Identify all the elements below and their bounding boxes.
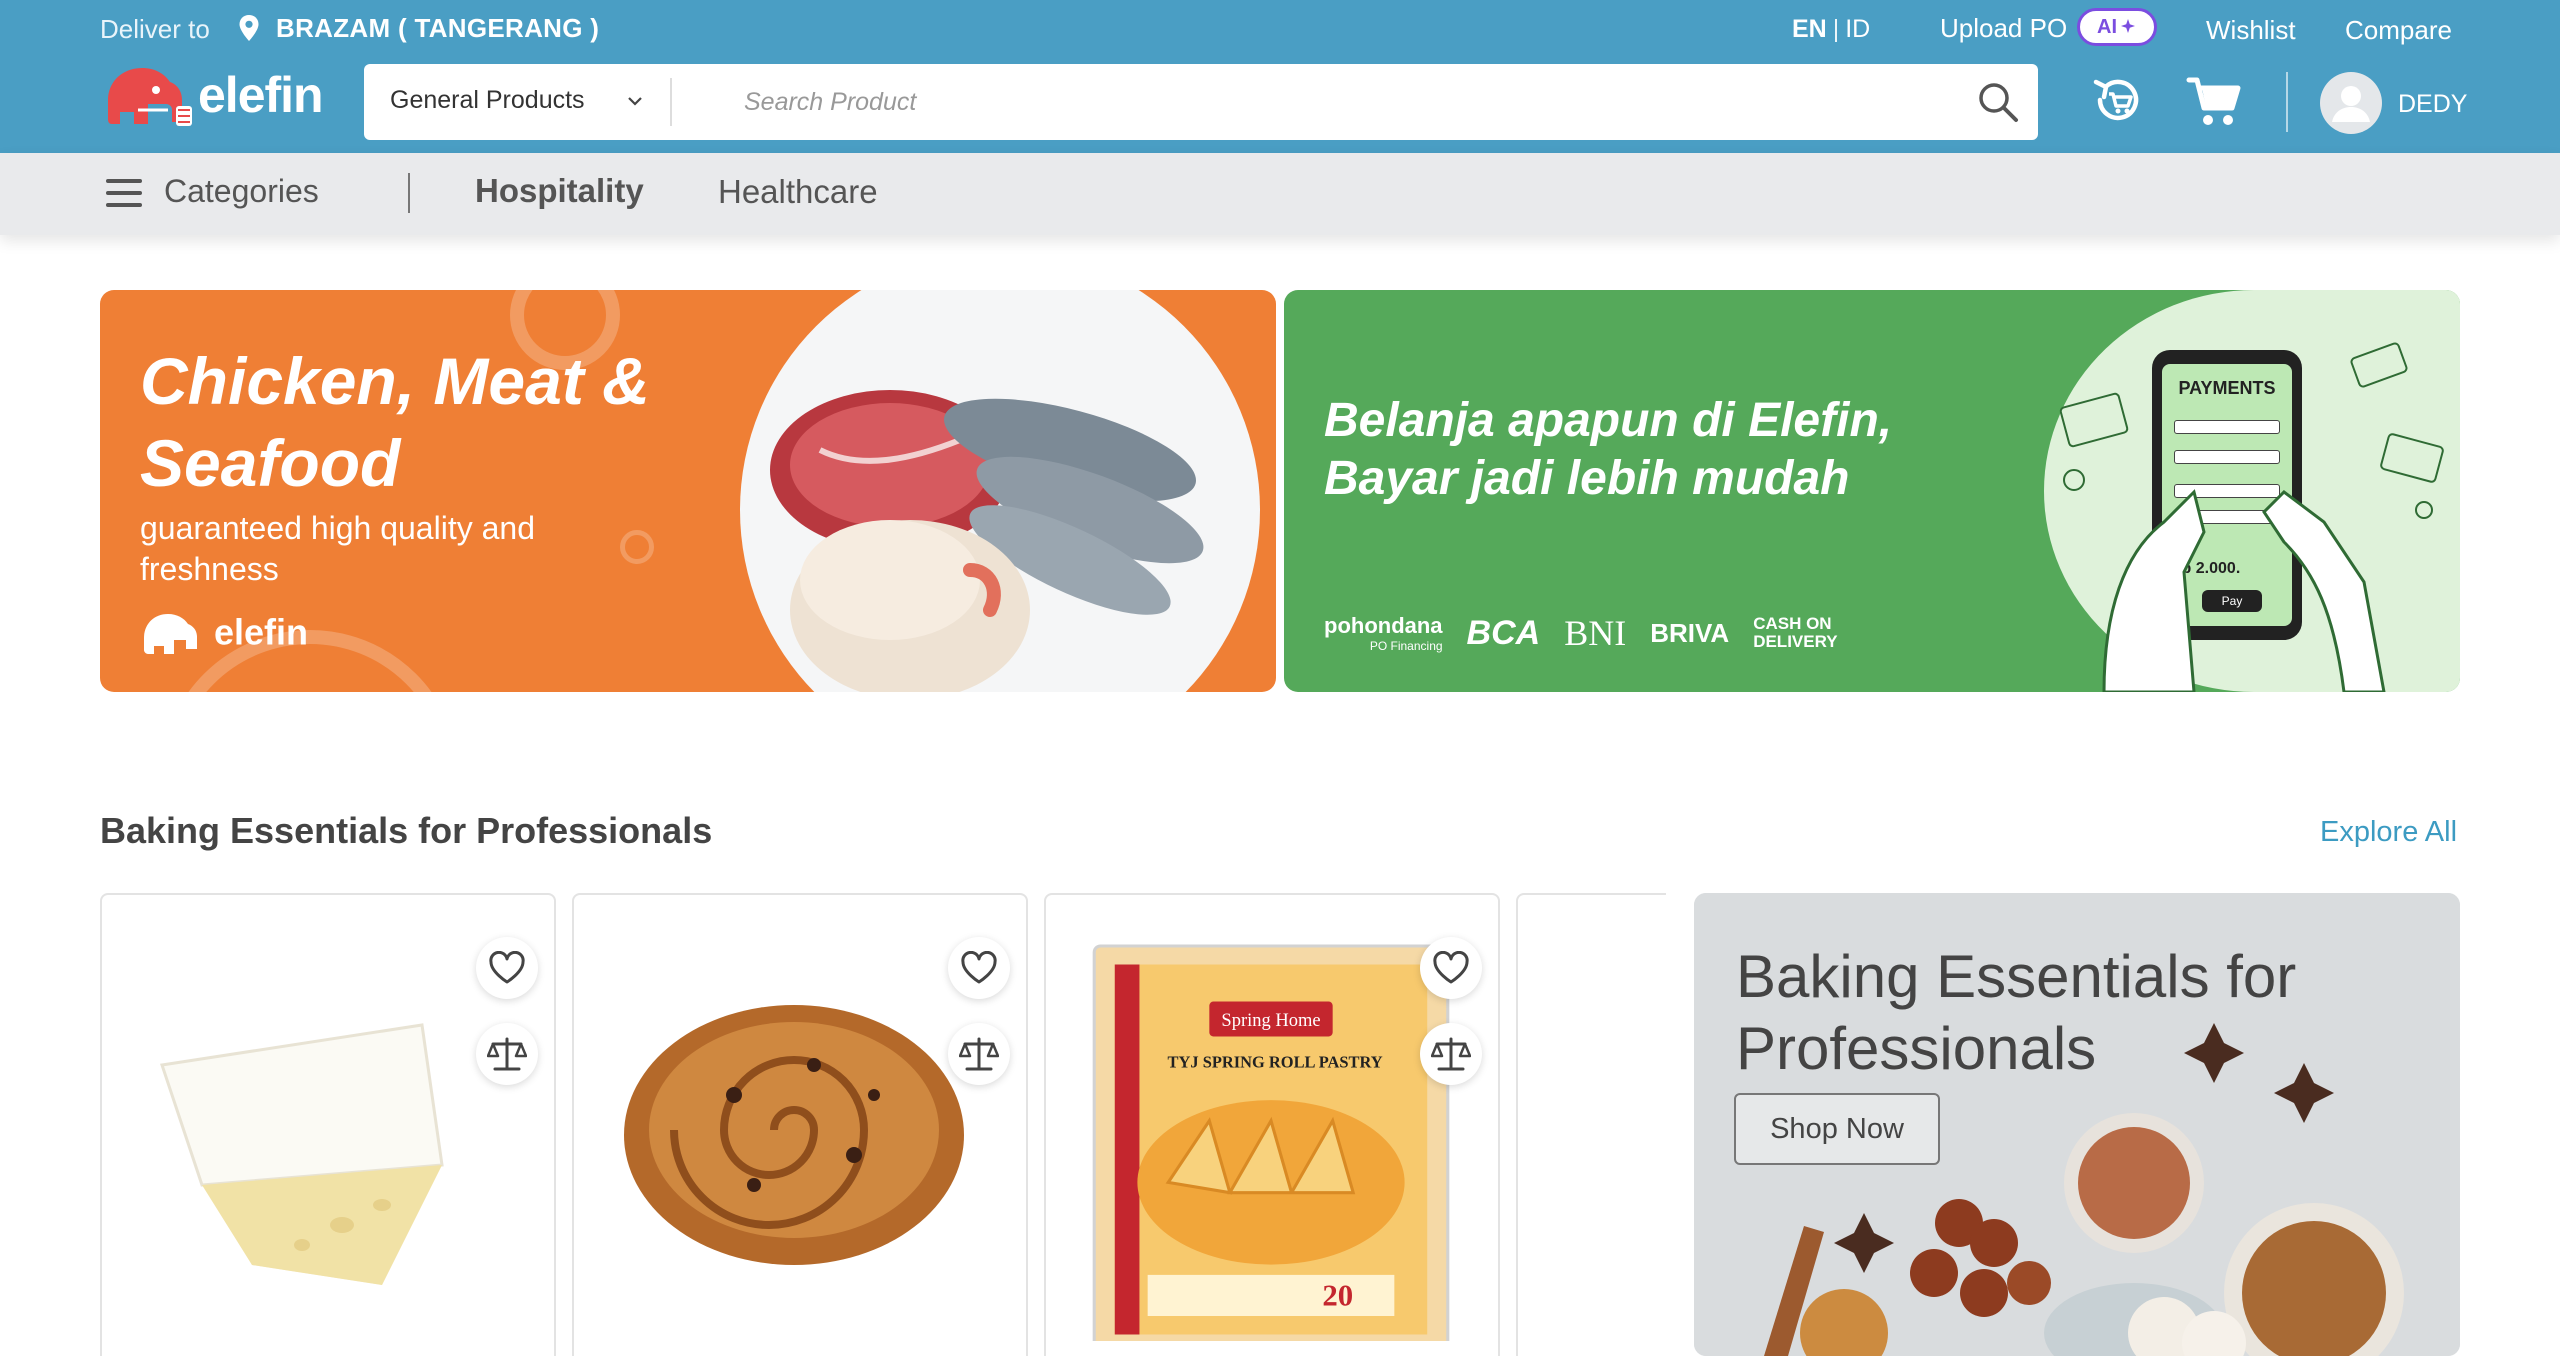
pack-count: 20 bbox=[1322, 1279, 1353, 1313]
ai-badge-label: AI bbox=[2097, 15, 2117, 38]
header-divider bbox=[2286, 72, 2288, 132]
spring-roll-pastry-image: Spring Home TYJ SPRING ROLL PASTRY 20 bbox=[1092, 944, 1450, 1341]
logo-text: elefin bbox=[198, 67, 324, 123]
avatar[interactable] bbox=[2320, 72, 2382, 134]
search-category-select[interactable]: General Products bbox=[390, 86, 585, 115]
search-input[interactable] bbox=[744, 78, 1924, 126]
hamburger-menu-icon[interactable] bbox=[106, 179, 142, 209]
search-icon[interactable] bbox=[1976, 80, 2020, 124]
header-topline: Deliver to BRAZAM ( TANGERANG ) EN | ID Up… bbox=[0, 0, 2560, 56]
search-bar: General Products bbox=[364, 64, 2038, 140]
product-carousel: Spring Home TYJ SPRING ROLL PASTRY 20 bbox=[100, 893, 1666, 1356]
brie-cheese-image bbox=[160, 1023, 444, 1285]
sparkle-icon bbox=[2121, 19, 2135, 33]
pohondana-logo: pohondana PO Financing bbox=[1324, 613, 1443, 653]
pack-brand: Spring Home bbox=[1221, 1011, 1320, 1031]
category-navbar: Categories Hospitality Healthcare bbox=[0, 153, 2560, 235]
nav-categories[interactable]: Categories bbox=[164, 173, 319, 210]
delivery-location[interactable]: BRAZAM ( TANGERANG ) bbox=[276, 13, 599, 44]
briva-logo: BRIVA bbox=[1650, 617, 1730, 648]
explore-all-link[interactable]: Explore All bbox=[2320, 816, 2457, 849]
scale-icon bbox=[1431, 1037, 1471, 1071]
reorder-icon[interactable] bbox=[2090, 72, 2146, 128]
elephant-logo-icon bbox=[108, 68, 192, 126]
upload-po-link[interactable]: Upload PO bbox=[1940, 13, 2067, 44]
chevron-down-icon[interactable] bbox=[626, 92, 644, 110]
location-pin-icon bbox=[239, 15, 259, 41]
bca-logo: BCA bbox=[1466, 613, 1541, 652]
nav-item-healthcare[interactable]: Healthcare bbox=[718, 173, 878, 211]
product-card-partial[interactable] bbox=[1516, 893, 1666, 1356]
user-name[interactable]: DEDY bbox=[2398, 90, 2467, 119]
wishlist-link[interactable]: Wishlist bbox=[2206, 15, 2296, 46]
wishlist-button[interactable] bbox=[1420, 937, 1482, 999]
promo-tile-baking[interactable]: Baking Essentials for Professionals Shop… bbox=[1694, 893, 2460, 1356]
elephant-logo-icon bbox=[144, 614, 197, 654]
banner1-logo-text: elefin bbox=[214, 611, 309, 653]
payment-logos: pohondana PO Financing BCA BNI BRIVA CASH… bbox=[1324, 612, 1863, 654]
top-header: Deliver to BRAZAM ( TANGERANG ) EN | ID Up… bbox=[0, 0, 2560, 153]
shop-now-button[interactable]: Shop Now bbox=[1734, 1093, 1940, 1165]
elefin-logo[interactable]: elefin bbox=[98, 60, 328, 138]
promo-title: Baking Essentials for Professionals bbox=[1736, 943, 2297, 1082]
banner1-subtitle: guaranteed high quality and freshness bbox=[140, 510, 535, 587]
deliver-to-label: Deliver to bbox=[100, 14, 210, 44]
heart-icon bbox=[1433, 951, 1469, 984]
raisin-danish-image bbox=[624, 1005, 964, 1265]
language-switch: EN | ID bbox=[1792, 15, 1870, 44]
user-icon bbox=[2332, 86, 2370, 122]
nav-item-hospitality[interactable]: Hospitality bbox=[475, 172, 644, 210]
product-card[interactable]: Spring Home TYJ SPRING ROLL PASTRY 20 bbox=[1044, 893, 1500, 1356]
bni-logo: BNI bbox=[1564, 613, 1627, 653]
meat-fish-chicken-image bbox=[770, 390, 1204, 692]
product-card[interactable] bbox=[100, 893, 556, 1356]
lang-id[interactable]: ID bbox=[1845, 15, 1870, 43]
lang-en[interactable]: EN bbox=[1792, 15, 1827, 43]
partial-product-image bbox=[1608, 1125, 1666, 1225]
compare-button[interactable] bbox=[1420, 1023, 1482, 1085]
section-title: Baking Essentials for Professionals bbox=[100, 810, 713, 851]
search-divider bbox=[670, 78, 672, 126]
banner2-title: Belanja apapun di Elefin, Bayar jadi leb… bbox=[1324, 394, 1893, 505]
hand-illustration bbox=[2059, 342, 2444, 692]
food-image-circle bbox=[740, 290, 1260, 692]
ai-badge[interactable]: AI bbox=[2077, 8, 2157, 46]
cod-logo: CASH ON DELIVERY bbox=[1753, 614, 1838, 651]
cart-icon[interactable] bbox=[2186, 74, 2242, 128]
nav-separator bbox=[408, 173, 410, 213]
banner-payments[interactable]: Belanja apapun di Elefin, Bayar jadi leb… bbox=[1284, 290, 2460, 692]
pack-label: TYJ SPRING ROLL PASTRY bbox=[1168, 1052, 1383, 1071]
banner-chicken-meat-seafood[interactable]: Chicken, Meat & Seafood guaranteed high … bbox=[100, 290, 1276, 692]
product-card[interactable] bbox=[572, 893, 1028, 1356]
banner1-title: Chicken, Meat & Seafood bbox=[140, 344, 650, 500]
banner1-logo: elefin bbox=[140, 608, 308, 662]
lang-separator: | bbox=[1832, 15, 1840, 43]
compare-link[interactable]: Compare bbox=[2345, 15, 2452, 46]
